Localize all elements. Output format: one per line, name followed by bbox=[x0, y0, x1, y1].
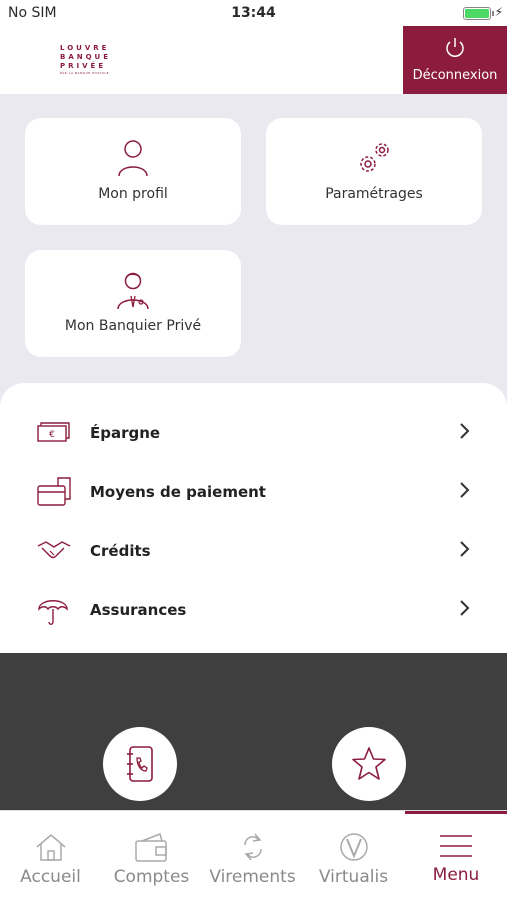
clock: 13:44 bbox=[231, 5, 276, 21]
app-header: LOUVRE BANQUE PRIVÉE PAR LA BANQUE POSTA… bbox=[0, 26, 507, 94]
hamburger-icon bbox=[440, 835, 472, 857]
tab-accueil[interactable]: Accueil bbox=[0, 811, 101, 900]
svg-text:€: € bbox=[49, 430, 55, 440]
tab-virements[interactable]: Virements bbox=[202, 811, 303, 900]
contacts-button[interactable] bbox=[103, 727, 177, 801]
wallet-icon bbox=[134, 833, 167, 862]
transfer-icon bbox=[243, 833, 262, 861]
logout-button[interactable]: Déconnexion bbox=[403, 26, 507, 94]
handshake-icon bbox=[37, 541, 71, 559]
charging-icon: ⚡ bbox=[494, 5, 503, 19]
chevron-right-icon bbox=[460, 482, 470, 498]
settings-card-label: Paramétrages bbox=[325, 186, 423, 202]
menu-item-label: Moyens de paiement bbox=[90, 483, 266, 501]
profile-card[interactable]: Mon profil bbox=[25, 118, 241, 225]
status-bar: No SIM 13:44 ⚡ bbox=[0, 0, 507, 26]
person-icon bbox=[118, 140, 148, 177]
quick-actions-panel bbox=[0, 653, 507, 810]
tab-menu[interactable]: Menu bbox=[405, 811, 507, 900]
house-icon bbox=[36, 834, 65, 861]
banker-card-label: Mon Banquier Privé bbox=[64, 318, 202, 334]
chevron-right-icon bbox=[460, 600, 470, 616]
logout-label: Déconnexion bbox=[412, 68, 498, 83]
tab-label: Menu bbox=[432, 865, 480, 885]
tab-label: Accueil bbox=[20, 867, 81, 887]
menu-item-label: Crédits bbox=[90, 542, 151, 560]
chevron-right-icon bbox=[460, 541, 470, 557]
chevron-right-icon bbox=[460, 423, 470, 439]
tab-label: Virements bbox=[209, 867, 296, 887]
tab-label: Virtualis bbox=[318, 867, 389, 887]
umbrella-icon bbox=[38, 600, 68, 625]
virtualis-icon bbox=[339, 833, 368, 861]
power-icon bbox=[446, 38, 464, 57]
gears-icon bbox=[360, 143, 389, 172]
settings-card[interactable]: Paramétrages bbox=[266, 118, 482, 225]
bank-logo: LOUVRE BANQUE PRIVÉE PAR LA BANQUE POSTA… bbox=[60, 44, 112, 75]
profile-card-label: Mon profil bbox=[98, 186, 168, 202]
menu-item-credits[interactable]: Crédits bbox=[0, 522, 507, 580]
menu-item-assurances[interactable]: Assurances bbox=[0, 581, 507, 639]
banker-icon bbox=[117, 272, 149, 310]
tab-comptes[interactable]: Comptes bbox=[101, 811, 202, 900]
tab-virtualis[interactable]: Virtualis bbox=[303, 811, 404, 900]
tab-label: Comptes bbox=[113, 867, 190, 887]
menu-item-label: Épargne bbox=[90, 424, 161, 442]
tab-bar: Accueil Comptes Virements Virtualis Menu bbox=[0, 810, 507, 900]
favorites-button[interactable] bbox=[332, 727, 406, 801]
star-icon bbox=[352, 747, 386, 780]
menu-item-epargne[interactable]: € Épargne bbox=[0, 404, 507, 462]
banknotes-icon: € bbox=[37, 422, 70, 442]
banker-card[interactable]: Mon Banquier Privé bbox=[25, 250, 241, 357]
cards-icon bbox=[37, 477, 71, 506]
battery-icon bbox=[463, 7, 491, 20]
phone-book-icon bbox=[127, 746, 153, 782]
products-menu: € Épargne Moyens de paiement Crédits Ass… bbox=[0, 383, 507, 655]
menu-item-moyens-paiement[interactable]: Moyens de paiement bbox=[0, 463, 507, 521]
menu-item-label: Assurances bbox=[90, 601, 187, 619]
